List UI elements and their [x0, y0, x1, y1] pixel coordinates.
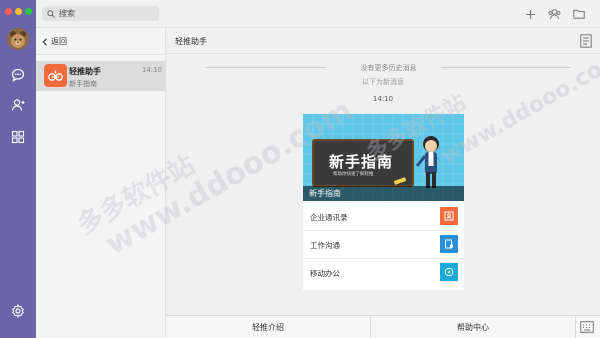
chevron-left-icon	[42, 37, 47, 46]
card-row-label: 工作沟通	[310, 241, 340, 250]
banner-subtitle: 帮助你快速了解轻推	[333, 172, 374, 177]
contact-time: 14:10	[141, 66, 162, 74]
top-bar: 搜索	[36, 0, 600, 28]
back-label: 返回	[51, 37, 67, 46]
group-button[interactable]	[547, 7, 561, 21]
help-center-button[interactable]: 帮助中心	[371, 316, 576, 338]
list-item[interactable]: 轻推助手 新手指南 14:10	[36, 61, 166, 91]
card-banner[interactable]: 新手指南 帮助你快速了解轻推 新手指南	[303, 114, 464, 201]
contact-name: 轻推助手	[69, 67, 101, 76]
chat-bubble-icon	[11, 68, 25, 82]
search-icon	[47, 9, 55, 18]
no-history-text: 没有更多历史消息	[360, 64, 417, 72]
contacts-nav-button[interactable]	[9, 96, 27, 114]
settings-button[interactable]	[9, 302, 27, 320]
plus-icon	[525, 9, 535, 19]
guide-card[interactable]: 新手指南 帮助你快速了解轻推 新手指南 企业通讯录 工作沟通 移动办公	[303, 114, 464, 290]
apps-nav-button[interactable]	[9, 128, 27, 146]
chat-panel: 轻推助手 没有更多历史消息 以下为新消息 14:10 新手指南 帮助你快速了解轻…	[166, 28, 600, 315]
gear-icon	[12, 304, 24, 318]
card-row-label: 企业通讯录	[310, 213, 348, 222]
card-row-communication[interactable]: 工作沟通	[303, 231, 464, 259]
chat-doc-icon	[440, 235, 458, 253]
chat-header: 轻推助手	[166, 28, 600, 54]
card-row-label: 移动办公	[310, 269, 340, 278]
divider	[36, 54, 166, 55]
card-row-contacts[interactable]: 企业通讯录	[303, 203, 464, 231]
contact-last-message: 新手指南	[69, 80, 97, 88]
close-window-button[interactable]	[5, 8, 12, 15]
compass-icon	[440, 263, 458, 281]
app-window: 搜索 返回 轻推助手 新手指南 14:10 轻推助手 没有更多历史消息 以下为新…	[0, 0, 600, 338]
left-rail	[0, 0, 36, 338]
intro-menu-button[interactable]: 轻推介绍	[166, 316, 371, 338]
contact-avatar	[44, 64, 67, 87]
conversation-list: 返回 轻推助手 新手指南 14:10	[36, 28, 166, 338]
back-button[interactable]: 返回	[42, 36, 67, 47]
group-icon	[548, 9, 560, 20]
grid-icon	[11, 130, 25, 144]
folder-icon	[573, 9, 585, 19]
search-placeholder: 搜索	[59, 9, 75, 18]
bot-logo-icon	[48, 70, 63, 81]
contacts-icon	[440, 207, 458, 225]
bottom-menu-bar: 轻推介绍 帮助中心	[166, 315, 600, 338]
avatar[interactable]	[7, 28, 29, 50]
contacts-icon	[11, 99, 25, 111]
zoom-window-button[interactable]	[25, 8, 32, 15]
messages-nav-button[interactable]	[9, 66, 27, 84]
message-time: 14:10	[372, 95, 394, 103]
new-messages-text: 以下为新消息	[362, 78, 404, 86]
search-input[interactable]: 搜索	[42, 6, 159, 21]
notes-icon[interactable]	[580, 34, 592, 48]
card-caption: 新手指南	[303, 186, 464, 201]
card-row-mobile-office[interactable]: 移动办公	[303, 259, 464, 287]
add-button[interactable]	[523, 7, 537, 21]
keyboard-icon[interactable]	[580, 321, 594, 333]
banner-title: 新手指南	[329, 153, 394, 171]
chat-title: 轻推助手	[175, 37, 207, 46]
folder-button[interactable]	[572, 7, 586, 21]
window-controls	[5, 8, 32, 15]
minimize-window-button[interactable]	[15, 8, 22, 15]
